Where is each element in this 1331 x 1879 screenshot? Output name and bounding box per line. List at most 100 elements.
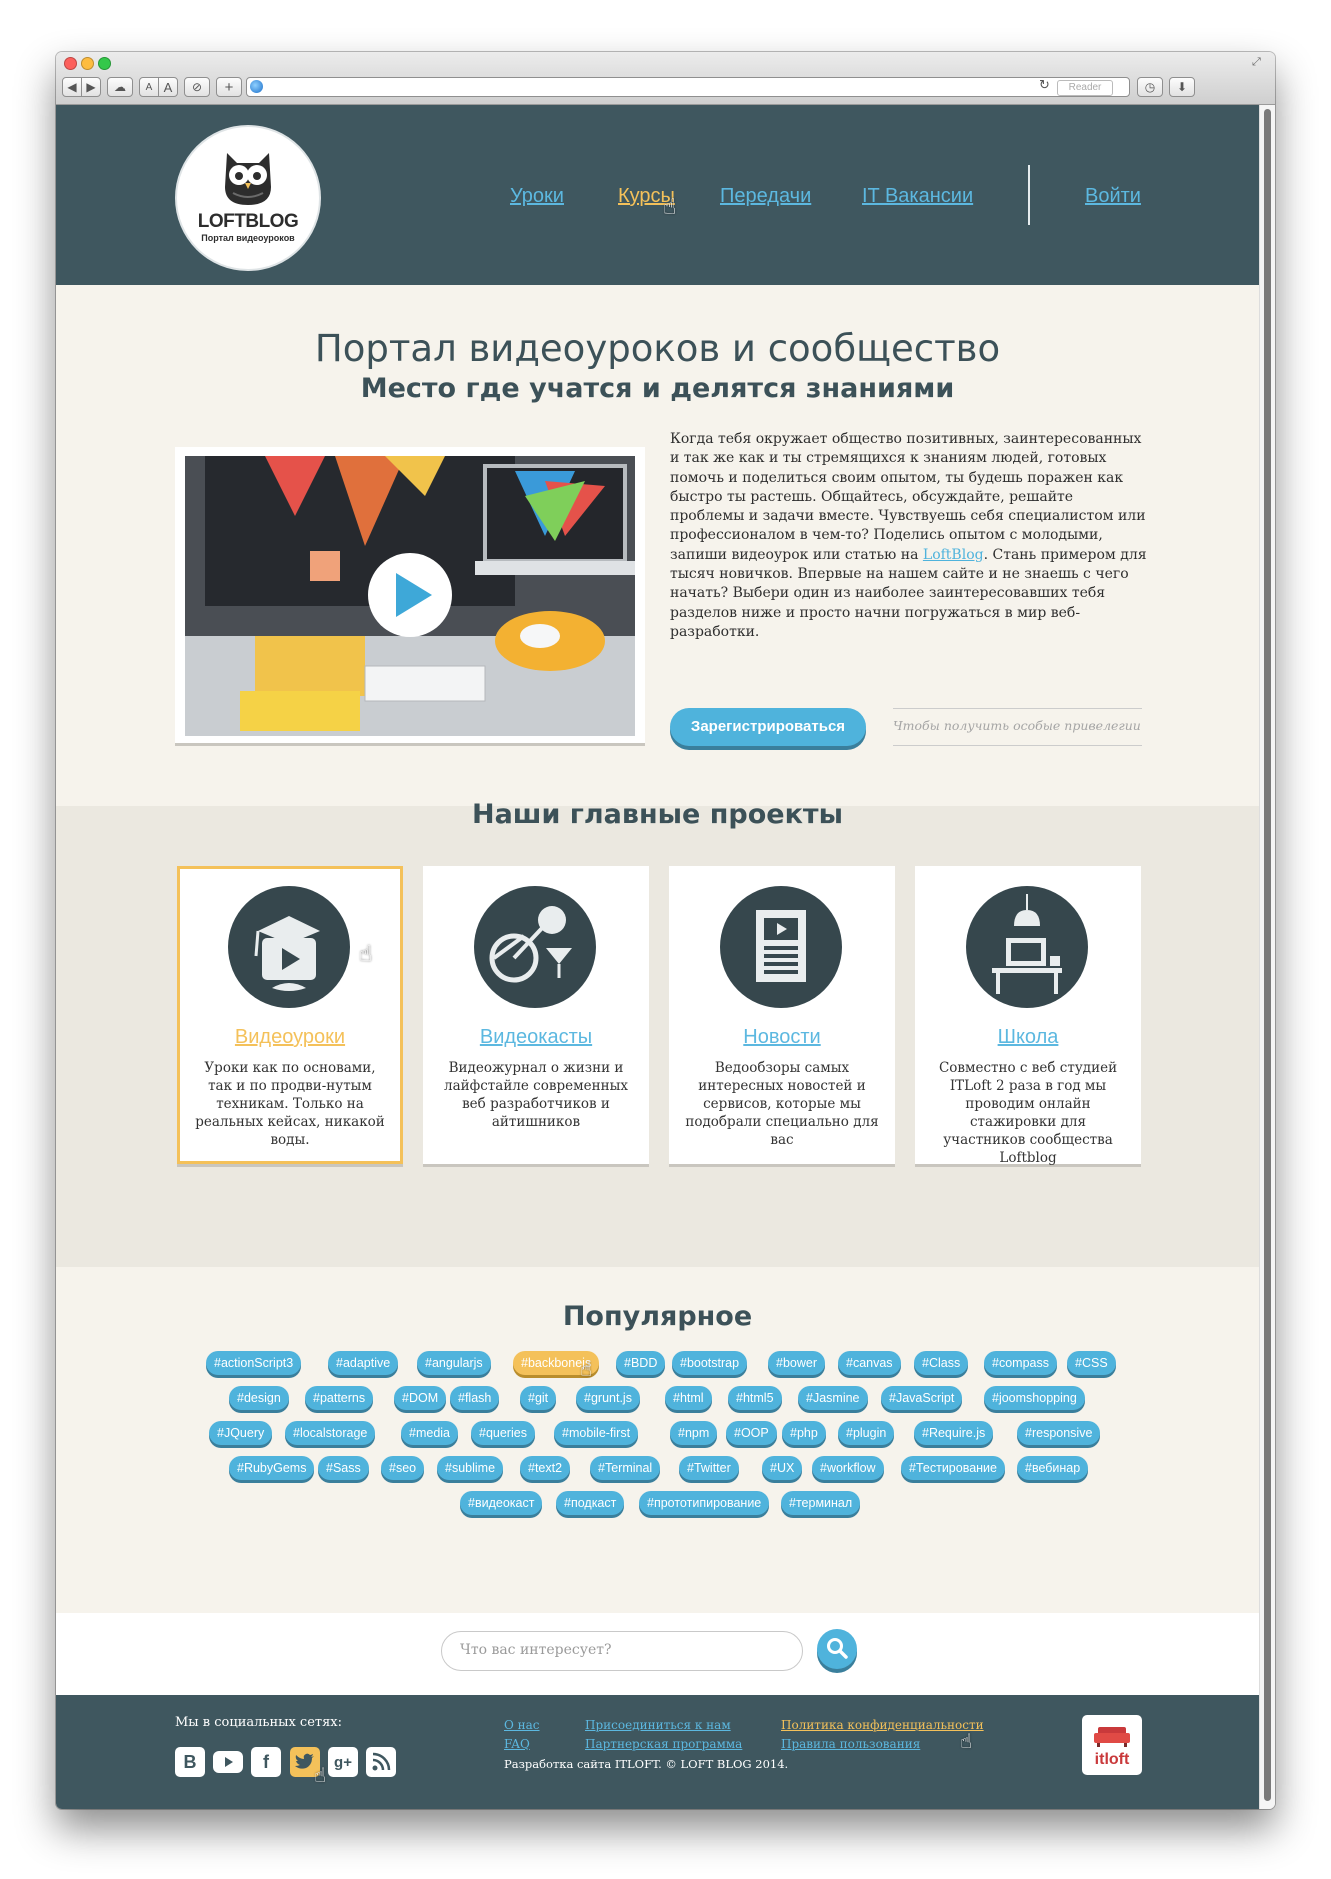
play-button[interactable] xyxy=(368,553,452,637)
tag-pill[interactable]: #вебинар xyxy=(1017,1456,1089,1480)
tag-pill[interactable]: #workflow xyxy=(812,1456,884,1480)
tag-pill[interactable]: #seo xyxy=(381,1456,425,1480)
youtube-icon[interactable] xyxy=(213,1747,243,1777)
tag-pill[interactable]: #canvas xyxy=(838,1351,901,1375)
tag-pill[interactable]: #JavaScript xyxy=(881,1386,963,1410)
tag-pill[interactable]: #html xyxy=(665,1386,712,1410)
project-card-title[interactable]: Видеокасты xyxy=(423,1026,649,1049)
minimize-window-button[interactable] xyxy=(81,57,94,70)
tag-pill[interactable]: #patterns xyxy=(305,1386,374,1410)
tag-pill[interactable]: #grunt.js xyxy=(576,1386,640,1410)
tag-pill[interactable]: #actionScript3 xyxy=(206,1351,302,1375)
reload-icon[interactable]: ↻ xyxy=(1039,78,1050,93)
popular-section: Популярное #actionScript3 #adaptive #angul… xyxy=(56,1267,1259,1613)
news-icon xyxy=(756,910,806,982)
footer-link-faq[interactable]: FAQ xyxy=(504,1737,530,1751)
tag-pill[interactable]: #UX xyxy=(762,1456,803,1480)
zoom-window-button[interactable] xyxy=(98,57,111,70)
search-input[interactable]: Что вас интересует? xyxy=(441,1631,803,1671)
project-card-school[interactable]: Школа Совместно с веб студией ITLoft 2 р… xyxy=(915,866,1141,1166)
icloud-tabs-button[interactable]: ☁ xyxy=(107,77,133,97)
tag-pill[interactable]: #RubyGems xyxy=(229,1456,315,1480)
project-card-videolessons[interactable]: Видеоуроки Уроки как по основами, так и … xyxy=(177,866,403,1164)
tag-pill[interactable]: #Twitter xyxy=(679,1456,739,1480)
footer-link-privacy[interactable]: Политика конфиденциальности xyxy=(781,1718,984,1732)
tag-pill[interactable]: #терминал xyxy=(781,1491,861,1515)
tag-pill[interactable]: #Sass xyxy=(318,1456,369,1480)
fullscreen-icon[interactable]: ⤢ xyxy=(1252,55,1261,69)
new-tab-button[interactable]: + xyxy=(216,77,242,97)
tag-pill[interactable]: #Class xyxy=(914,1351,969,1375)
nav-shows[interactable]: Передачи xyxy=(720,185,811,208)
tag-pill[interactable]: #видеокаст xyxy=(460,1491,543,1515)
register-hint: Чтобы получить особые привелегии xyxy=(893,718,1141,733)
project-card-news[interactable]: Новости Ведообзоры самых интересных ново… xyxy=(669,866,895,1164)
tag-pill[interactable]: #media xyxy=(401,1421,458,1445)
tag-pill[interactable]: #php xyxy=(782,1421,826,1445)
tag-pill[interactable]: #angularjs xyxy=(417,1351,491,1375)
loftblog-link[interactable]: LoftBlog xyxy=(923,547,984,563)
footer-link-about[interactable]: О нас xyxy=(504,1718,540,1732)
tag-pill[interactable]: #Terminal xyxy=(590,1456,661,1480)
tag-pill[interactable]: #Jasmine xyxy=(798,1386,868,1410)
project-card-title[interactable]: Видеоуроки xyxy=(177,1026,403,1049)
tag-pill[interactable]: #bower xyxy=(768,1351,825,1375)
video-player[interactable] xyxy=(175,447,645,743)
itloft-logo[interactable]: itloft xyxy=(1082,1715,1142,1775)
tag-pill[interactable]: #compass xyxy=(984,1351,1057,1375)
site-footer: Мы в социальных сетях: В f g+ ☝ О нас FA… xyxy=(56,1695,1259,1809)
tag-pill[interactable]: #Тестирование xyxy=(901,1456,1005,1480)
address-bar[interactable]: ↻ Reader xyxy=(246,77,1130,97)
scrollbar[interactable] xyxy=(1259,105,1275,1809)
reader-button[interactable]: Reader xyxy=(1057,80,1113,96)
tag-pill[interactable]: #JQuery xyxy=(209,1421,273,1445)
tag-pill[interactable]: #CSS xyxy=(1067,1351,1116,1375)
tag-pill[interactable]: #localstorage xyxy=(285,1421,376,1445)
register-button[interactable]: Зарегистрироваться xyxy=(670,708,866,746)
login-link[interactable]: Войти xyxy=(1085,185,1141,208)
tag-pill[interactable]: #git xyxy=(520,1386,557,1410)
footer-link-join[interactable]: Присоединиться к нам xyxy=(585,1718,731,1732)
tag-pill[interactable]: #adaptive xyxy=(328,1351,399,1375)
tag-pill[interactable]: #подкаст xyxy=(556,1491,625,1515)
tag-pill[interactable]: #joomshopping xyxy=(984,1386,1085,1410)
tag-pill[interactable]: #text2 xyxy=(520,1456,571,1480)
logo[interactable]: LOFTBLOG Портал видеоуроков xyxy=(177,127,319,269)
rss-icon[interactable] xyxy=(366,1747,396,1777)
tag-pill[interactable]: #mobile-first xyxy=(554,1421,639,1445)
tag-pill[interactable]: #flash xyxy=(450,1386,500,1410)
tag-pill[interactable]: #OOP xyxy=(726,1421,777,1445)
project-card-videocasts[interactable]: Видеокасты Видеожурнал о жизни и лайфста… xyxy=(423,866,649,1164)
nav-lessons[interactable]: Уроки xyxy=(510,185,564,208)
tag-pill[interactable]: #Require.js xyxy=(914,1421,994,1445)
font-smaller-button[interactable]: A xyxy=(139,77,159,97)
tag-pill[interactable]: #queries xyxy=(471,1421,535,1445)
search-button[interactable] xyxy=(817,1629,857,1669)
downloads-button[interactable]: ⬇ xyxy=(1169,77,1195,97)
back-button[interactable]: ◀ xyxy=(62,77,82,97)
nav-it-jobs[interactable]: IT Вакансии xyxy=(862,185,973,208)
forward-button[interactable]: ▶ xyxy=(81,77,101,97)
block-button[interactable]: ⊘ xyxy=(184,77,210,97)
tag-pill[interactable]: #design xyxy=(229,1386,289,1410)
tag-pill[interactable]: #sublime xyxy=(437,1456,504,1480)
tag-pill[interactable]: #responsive xyxy=(1017,1421,1101,1445)
tag-pill[interactable]: #bootstrap xyxy=(672,1351,748,1375)
vk-icon[interactable]: В xyxy=(175,1747,205,1777)
font-larger-button[interactable]: A xyxy=(158,77,178,97)
tag-pill[interactable]: #DOM xyxy=(394,1386,447,1410)
project-card-title[interactable]: Школа xyxy=(915,1026,1141,1049)
project-card-title[interactable]: Новости xyxy=(669,1026,895,1049)
tag-pill[interactable]: #BDD xyxy=(616,1351,666,1375)
facebook-icon[interactable]: f xyxy=(251,1747,281,1777)
close-window-button[interactable] xyxy=(64,57,77,70)
scrollbar-thumb[interactable] xyxy=(1264,109,1271,1801)
tag-pill[interactable]: #plugin xyxy=(838,1421,895,1445)
tag-pill[interactable]: #npm xyxy=(670,1421,718,1445)
googleplus-icon[interactable]: g+ xyxy=(328,1747,358,1777)
tag-pill[interactable]: #прототипирование xyxy=(639,1491,770,1515)
footer-link-terms[interactable]: Правила пользования xyxy=(781,1737,920,1751)
footer-link-partner[interactable]: Партнерская программа xyxy=(585,1737,742,1751)
history-button[interactable]: ◷ xyxy=(1137,77,1163,97)
tag-pill[interactable]: #html5 xyxy=(728,1386,782,1410)
